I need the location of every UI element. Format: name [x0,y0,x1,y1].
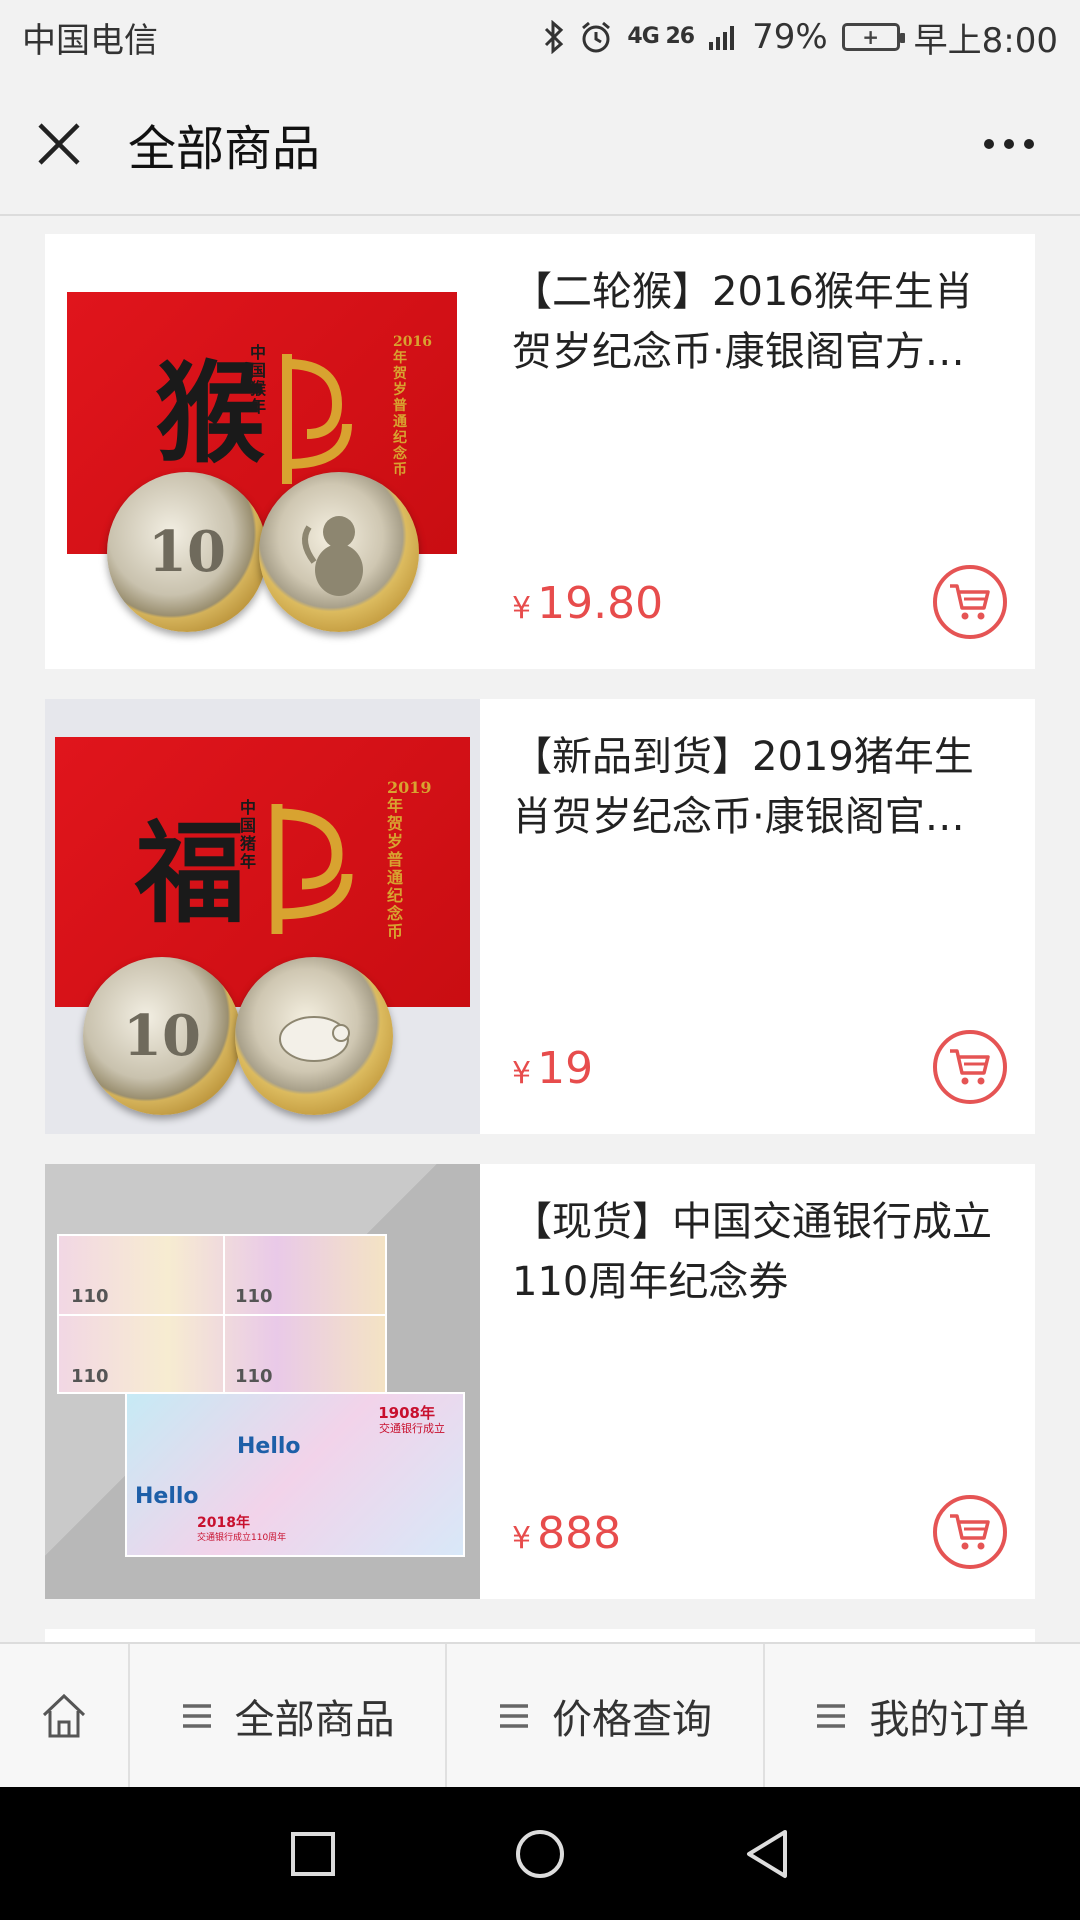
envelope-calligraphy: 猴 [155,349,265,478]
page-title: 全部商品 [128,121,321,177]
product-info: 【新品到货】2019猪年生肖贺岁纪念币·康银阁官… ¥19 [480,699,1035,1134]
product-name[interactable]: 【新品到货】2019猪年生肖贺岁纪念币·康银阁官… [512,727,1005,847]
tab-all-products[interactable]: 全部商品 [130,1644,448,1787]
product-info: 【二轮猴】2016猴年生肖贺岁纪念币·康银阁官方… ¥19.80 [480,234,1035,669]
network-type: 4G 26 [627,24,695,49]
clock: 早上8:00 [913,20,1058,61]
tab-label: 价格查询 [551,1696,712,1743]
product-image[interactable]: 中国猪年 福 2019年贺岁普通纪念币 10 [45,699,480,1134]
status-bar: 中国电信 4G 26 79% + 早上8:00 [0,0,1080,74]
coin-front: 10 [107,472,267,632]
add-to-cart-button[interactable] [933,1495,1007,1569]
price-value: 888 [537,1508,622,1559]
product-price: ¥888 [512,1508,621,1559]
product-list[interactable]: 中国猴年 猴 2016年贺岁普通纪念币 10 【二轮猴】2016猴年生肖贺岁纪念… [0,218,1080,1642]
status-icons: 4G 26 79% + 早上8:00 [543,13,1058,62]
envelope-calligraphy: 福 [135,809,245,938]
banknote-grid-v [223,1236,225,1392]
product-card[interactable]: 中国猪年 福 2019年贺岁普通纪念币 10 【新品到货】2019猪年生肖贺岁纪… [45,699,1035,1134]
product-info: 【现货】中国交通银行成立110周年纪念券 ¥888 [480,1164,1035,1599]
menu-icon [499,1703,528,1728]
bottom-tab-bar: 全部商品 价格查询 我的订单 [0,1642,1080,1787]
hello-logo: Hello [135,1484,199,1509]
product-price: ¥19 [512,1043,593,1094]
note-value: 110 [71,1286,109,1307]
coin-value: 10 [148,519,226,585]
dot-icon [1004,139,1014,149]
cart-icon [950,584,990,620]
banknote-sheet: 110 110 110 110 [57,1234,387,1394]
tab-label: 我的订单 [869,1696,1030,1743]
note-value: 110 [71,1366,109,1387]
coin-back [259,472,419,632]
back-icon[interactable] [743,1828,791,1880]
home-circle-icon[interactable] [514,1828,566,1880]
battery-icon: + [841,23,905,51]
add-to-cart-button[interactable] [933,1030,1007,1104]
envelope-side-text: 2016年贺岁普通纪念币 [393,334,432,478]
envelope-side-text: 2019年贺岁普通纪念币 [387,778,432,941]
note-value: 110 [235,1286,273,1307]
cart-icon [950,1049,990,1085]
system-navigation-bar [0,1787,1080,1920]
tab-price-query[interactable]: 价格查询 [447,1644,765,1787]
close-icon[interactable] [34,119,84,169]
coin-back [235,957,393,1115]
anniversary-sub: 交通银行成立110周年 [197,1533,287,1543]
alarm-icon [582,21,611,53]
gold-pattern [271,804,353,934]
menu-icon [182,1703,211,1728]
product-card[interactable]: 中国猴年 猴 2016年贺岁普通纪念币 10 【二轮猴】2016猴年生肖贺岁纪念… [45,234,1035,669]
product-name[interactable]: 【现货】中国交通银行成立110周年纪念券 [512,1192,1005,1312]
product-name[interactable]: 【二轮猴】2016猴年生肖贺岁纪念币·康银阁官方… [512,262,1005,382]
dot-icon [1024,139,1034,149]
battery-percent: 79% [752,17,828,57]
add-to-cart-button[interactable] [933,565,1007,639]
banknote-grid-h [59,1314,385,1316]
signal-icon [709,26,735,50]
currency-symbol: ¥ [512,1056,532,1091]
product-image[interactable]: 中国猴年 猴 2016年贺岁普通纪念币 10 [45,234,480,669]
menu-icon [817,1703,846,1728]
home-icon [42,1693,86,1737]
price-value: 19.80 [537,578,664,629]
tab-my-orders[interactable]: 我的订单 [765,1644,1080,1787]
bluetooth-icon [545,20,564,54]
coin-value: 10 [123,1003,201,1069]
currency-symbol: ¥ [512,1521,532,1556]
coin-front: 10 [83,957,241,1115]
carrier-label: 中国电信 [22,20,158,61]
product-image[interactable]: 110 110 110 110 1908年 交通银行成立 Hello Hello… [45,1164,480,1599]
product-card[interactable] [45,1629,1035,1642]
hello-logo: Hello [237,1434,301,1459]
currency-symbol: ¥ [512,591,532,626]
monkey-icon [302,516,363,596]
note-value: 110 [235,1366,273,1387]
cart-icon [950,1514,990,1550]
banner-sub: 交通银行成立 [379,1422,445,1435]
tab-label: 全部商品 [234,1696,395,1743]
product-price: ¥19.80 [512,578,663,629]
price-value: 19 [537,1043,594,1094]
title-bar: 全部商品 [0,74,1080,216]
tab-home[interactable] [0,1644,130,1787]
product-card[interactable]: 110 110 110 110 1908年 交通银行成立 Hello Hello… [45,1164,1035,1599]
dot-icon [984,139,994,149]
anniversary-year: 2018年 [197,1515,250,1531]
commemorative-ticket: 1908年 交通银行成立 Hello Hello 2018年 交通银行成立110… [125,1392,465,1557]
more-options-button[interactable] [984,139,1034,149]
pig-icon [279,1016,350,1062]
recent-apps-icon[interactable] [289,1830,337,1878]
